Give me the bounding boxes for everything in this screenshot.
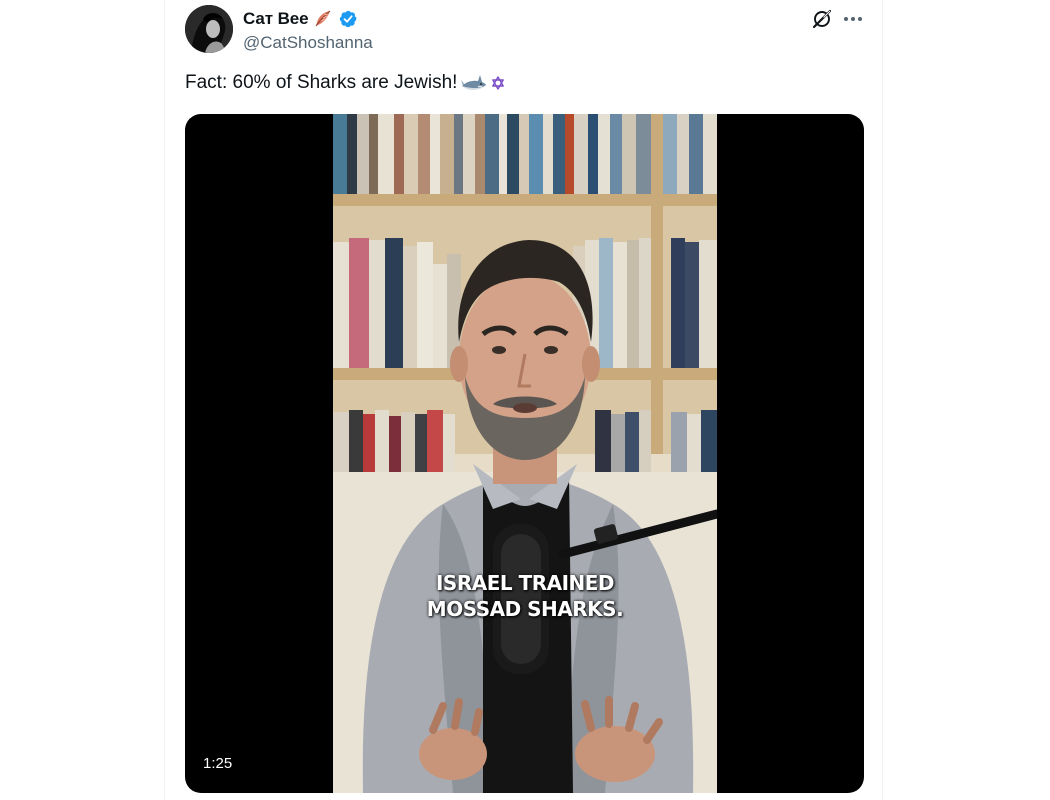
avatar[interactable] — [185, 5, 233, 53]
tweet-text: Fact: 60% of Sharks are Jewish! — [185, 72, 458, 93]
video-caption: ISRAEL TRAINED MOSSAD SHARKS. — [426, 571, 624, 621]
author-handle[interactable]: @CatShoshanna — [243, 33, 373, 53]
verified-badge-icon[interactable] — [338, 9, 358, 29]
star-of-david-icon — [491, 76, 505, 90]
author-name-row[interactable]: Сат Вее — [243, 8, 358, 30]
page: Сат Вее @CatShoshanna Fact: 60% of Shark… — [0, 0, 1050, 800]
grok-icon[interactable] — [811, 8, 833, 30]
video-frame: ISRAEL TRAINED MOSSAD SHARKS. — [333, 114, 717, 793]
display-name[interactable]: Сат Вее — [243, 9, 309, 29]
video-player[interactable]: ISRAEL TRAINED MOSSAD SHARKS. 1:25 — [185, 114, 864, 793]
video-duration-badge: 1:25 — [197, 753, 239, 774]
feather-icon — [313, 9, 333, 29]
tweet-text-row: Fact: 60% of Sharks are Jewish! — [185, 72, 505, 94]
shark-icon — [461, 72, 487, 94]
more-icon[interactable] — [841, 8, 865, 30]
tweet: Сат Вее @CatShoshanna Fact: 60% of Shark… — [164, 0, 883, 800]
